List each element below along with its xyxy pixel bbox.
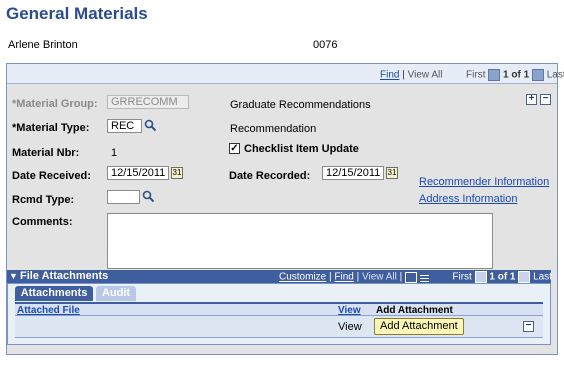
date-recorded-label: Date Recorded: (229, 170, 311, 182)
calendar-icon[interactable]: 31 (386, 167, 398, 179)
collapse-arrow-icon[interactable]: ▼ (9, 271, 18, 281)
address-information-link[interactable]: Address Information (419, 193, 517, 205)
rcmd-type-label: Rcmd Type: (12, 194, 75, 206)
grid-icon[interactable] (419, 272, 429, 282)
comments-textarea[interactable] (107, 213, 493, 269)
attached-file-column-header[interactable]: Attached File (17, 305, 80, 316)
last-label: Last (533, 271, 552, 283)
panel-pager: Find | View All First 1 of 1 Last (380, 69, 564, 81)
remove-row-icon[interactable]: − (540, 94, 551, 105)
material-nbr-value: 1 (111, 147, 118, 159)
last-label: Last (546, 69, 564, 81)
prev-arrow-icon[interactable] (488, 69, 501, 81)
date-received-field[interactable]: 12/15/2011 (107, 166, 169, 180)
tab-attachments[interactable]: Attachments (15, 286, 93, 301)
add-row-icon[interactable]: + (526, 94, 537, 105)
next-arrow-icon[interactable] (531, 69, 544, 81)
download-icon[interactable] (405, 271, 418, 283)
material-group-desc: Graduate Recommendations (230, 99, 371, 111)
comments-label: Comments: (12, 216, 73, 228)
calendar-icon[interactable]: 31 (171, 167, 183, 179)
add-attachment-button[interactable]: Add Attachment (374, 318, 464, 335)
find-link[interactable]: Find (380, 70, 399, 81)
next-arrow-icon[interactable] (518, 271, 531, 283)
material-type-desc: Recommendation (230, 123, 317, 135)
lookup-icon[interactable] (142, 190, 155, 203)
grid-header: Attached File View Add Attachment (15, 302, 543, 316)
attachments-pager: Customize | Find | View All | First 1 of… (279, 271, 552, 283)
view-cell: View (338, 321, 362, 333)
date-received-label: Date Received: (12, 170, 91, 182)
file-attachments-header: ▼ File Attachments Customize | Find | Vi… (7, 270, 552, 283)
recommender-information-link[interactable]: Recommender Information (419, 176, 549, 188)
record-range: 1 of 1 (489, 271, 516, 283)
view-column-header[interactable]: View (338, 305, 361, 316)
prev-arrow-icon[interactable] (474, 271, 487, 283)
table-row: View Add Attachment − (15, 316, 543, 338)
student-name: Arlene Brinton (8, 39, 78, 51)
remove-row-icon[interactable]: − (523, 321, 534, 332)
customize-link[interactable]: Customize (279, 272, 326, 283)
record-range: 1 of 1 (503, 69, 530, 81)
material-group-field: GRRECOMM (107, 95, 189, 109)
material-type-label: *Material Type: (12, 122, 90, 134)
lookup-icon[interactable] (144, 119, 157, 132)
first-label: First (452, 271, 472, 283)
material-nbr-label: Material Nbr: (12, 147, 80, 159)
checklist-label: Checklist Item Update (244, 143, 359, 155)
find-link[interactable]: Find (334, 272, 353, 283)
date-recorded-field[interactable]: 12/15/2011 (322, 166, 384, 180)
view-all-link[interactable]: View All (408, 70, 443, 81)
first-label: First (466, 69, 486, 81)
page-title: General Materials (6, 4, 148, 23)
rcmd-type-field[interactable] (107, 190, 140, 204)
tab-audit[interactable]: Audit (96, 286, 136, 301)
view-all-link[interactable]: View All (362, 272, 397, 283)
file-attachments-body: Attachments Audit Attached File View Add… (7, 283, 551, 345)
material-group-label: *Material Group: (12, 98, 98, 110)
checklist-checkbox[interactable]: ✓ (229, 143, 240, 154)
material-type-field[interactable]: REC (107, 119, 142, 133)
file-attachments-title: File Attachments (20, 270, 109, 282)
add-attachment-column-header: Add Attachment (376, 305, 453, 316)
student-id: 0076 (313, 39, 338, 51)
